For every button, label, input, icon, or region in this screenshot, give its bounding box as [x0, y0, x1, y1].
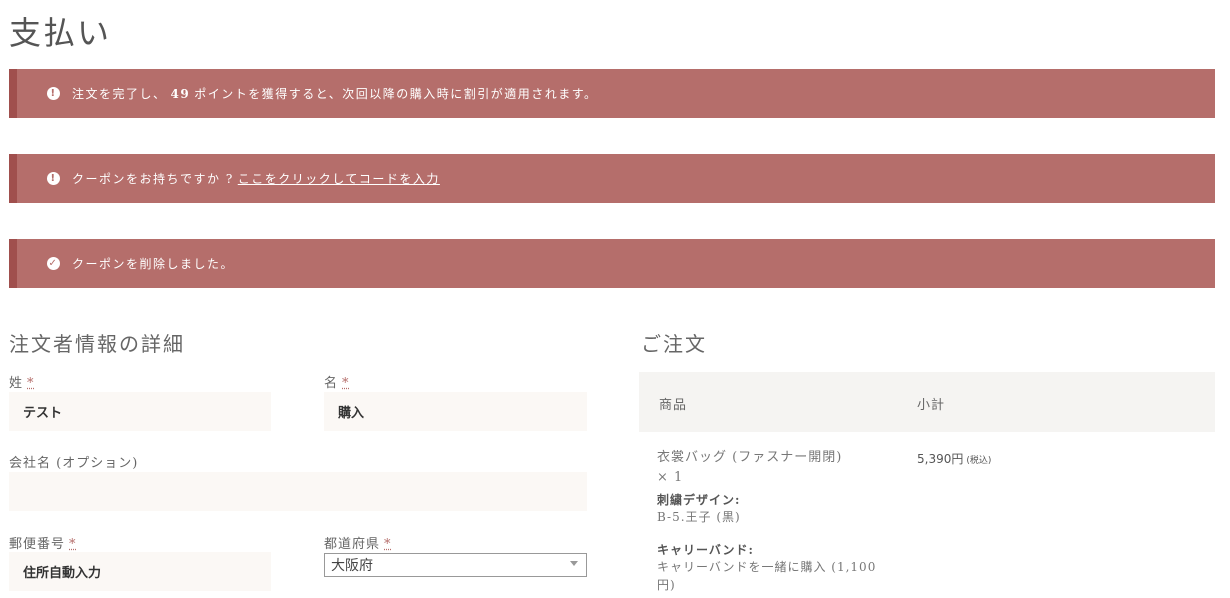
check-circle-icon: ✓	[47, 257, 60, 270]
col-subtotal: 小計	[917, 398, 946, 413]
info-circle-icon: !	[47, 172, 60, 185]
col-product: 商品	[659, 398, 688, 413]
first-name-field[interactable]: 購入	[324, 392, 587, 431]
item-price-value: 5,390円	[917, 452, 964, 466]
item-meta-carry-value-line1: キャリーバンドを一緒に購入 (1,100	[657, 560, 877, 574]
order-table-header: 商品 小計	[639, 372, 1215, 432]
prefecture-select[interactable]: 大阪府	[324, 553, 587, 577]
company-label: 会社名 (オプション)	[9, 456, 139, 471]
last-name-field[interactable]: テスト	[9, 392, 271, 431]
prefecture-label: 都道府県 *	[324, 533, 392, 552]
billing-title: 注文者情報の詳細	[9, 332, 185, 356]
coupon-removed-notice: ✓ クーポンを削除しました。	[9, 239, 1215, 288]
item-price: 5,390円 (税込)	[917, 450, 991, 467]
points-number: 49	[170, 86, 191, 101]
order-title: ご注文	[641, 332, 707, 356]
coupon-notice-text: クーポンをお持ちですか ?	[72, 172, 234, 186]
item-meta-embroidery-key: 刺繍デザイン:	[657, 493, 741, 507]
page-title: 支払い	[9, 14, 112, 52]
enter-coupon-link[interactable]: ここをクリックしてコードを入力	[238, 170, 440, 187]
last-name-label: 姓 *	[9, 372, 35, 391]
chevron-down-icon	[570, 561, 578, 566]
required-mark: *	[384, 537, 392, 552]
last-name-label-text: 姓	[9, 376, 24, 391]
postcode-label-text: 郵便番号	[9, 537, 66, 552]
points-notice: ! 注文を完了し、 49 ポイントを獲得すると、次回以降の購入時に割引が適用されます…	[9, 69, 1215, 118]
coupon-removed-text: クーポンを削除しました。	[72, 257, 235, 271]
postcode-field[interactable]: 住所自動入力	[9, 552, 271, 591]
coupon-notice: ! クーポンをお持ちですか ? ここをクリックしてコードを入力	[9, 154, 1215, 203]
points-notice-post: ポイントを獲得すると、次回以降の購入時に割引が適用されます。	[194, 87, 598, 101]
required-mark: *	[27, 376, 35, 391]
tax-note: (税込)	[966, 456, 992, 466]
required-mark: *	[342, 376, 350, 391]
first-name-label-text: 名	[324, 376, 339, 391]
item-name: 衣裳バッグ (ファスナー開閉)	[657, 450, 843, 465]
item-qty: × 1	[657, 470, 684, 485]
postcode-label: 郵便番号 *	[9, 533, 77, 552]
item-meta-embroidery-value: B-5.王子 (黒)	[657, 510, 741, 524]
item-meta-carry-key: キャリーバンド:	[657, 543, 754, 557]
company-field[interactable]	[9, 472, 587, 511]
prefecture-selected: 大阪府	[331, 558, 373, 574]
prefecture-label-text: 都道府県	[324, 537, 381, 552]
required-mark: *	[69, 537, 77, 552]
item-meta-carry-value-line2: 円)	[657, 578, 676, 592]
first-name-label: 名 *	[324, 372, 350, 391]
points-notice-pre: 注文を完了し、	[72, 87, 167, 101]
info-circle-icon: !	[47, 87, 60, 100]
